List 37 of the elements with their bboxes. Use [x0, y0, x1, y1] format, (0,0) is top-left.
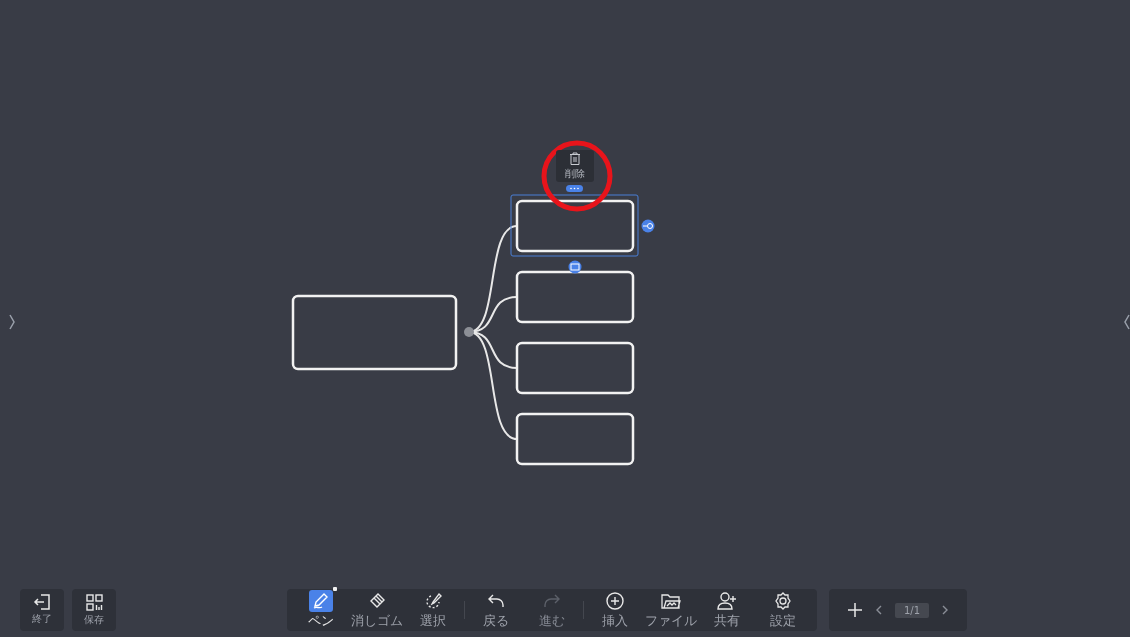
save-button[interactable]: 保存	[72, 589, 116, 631]
select-tool[interactable]: 選択	[404, 590, 461, 630]
grid-icon	[85, 593, 103, 611]
file-button[interactable]: ファイル	[642, 590, 699, 630]
settings-icon	[773, 592, 792, 610]
trash-icon	[569, 151, 581, 165]
child-node[interactable]	[515, 341, 635, 395]
undo-button[interactable]: 戻る	[467, 590, 524, 630]
add-child-handle[interactable]	[641, 219, 655, 233]
delete-button[interactable]: 削除	[556, 150, 594, 182]
exit-icon	[33, 594, 51, 610]
junction-dot	[464, 327, 474, 337]
submenu-indicator-icon	[332, 587, 337, 591]
pen-icon	[311, 592, 330, 610]
more-options-pill[interactable]	[566, 185, 583, 192]
highlight-circle	[541, 140, 613, 212]
right-chevron-icon[interactable]	[1124, 314, 1130, 330]
next-page-icon[interactable]	[941, 605, 950, 615]
eraser-tool[interactable]: 消しゴム	[348, 590, 405, 630]
insert-button[interactable]: 挿入	[586, 590, 643, 630]
add-page-icon[interactable]	[846, 602, 863, 618]
exit-button[interactable]: 終了	[20, 589, 64, 631]
undo-icon	[486, 592, 505, 610]
child-node[interactable]	[515, 412, 635, 466]
pen-tool[interactable]: ペン	[292, 590, 349, 630]
root-node[interactable]	[291, 294, 458, 371]
share-button[interactable]: 共有	[698, 590, 755, 630]
previous-page-icon[interactable]	[874, 605, 883, 615]
redo-icon	[542, 592, 561, 610]
add-sibling-handle[interactable]	[568, 260, 582, 274]
left-chevron-icon[interactable]	[9, 314, 15, 330]
page-indicator: 1/1	[894, 602, 930, 618]
child-node[interactable]	[515, 270, 635, 324]
add-user-icon	[716, 592, 737, 610]
settings-button[interactable]: 設定	[754, 590, 811, 630]
folder-icon	[660, 592, 681, 610]
plus-circle-icon	[605, 592, 624, 610]
